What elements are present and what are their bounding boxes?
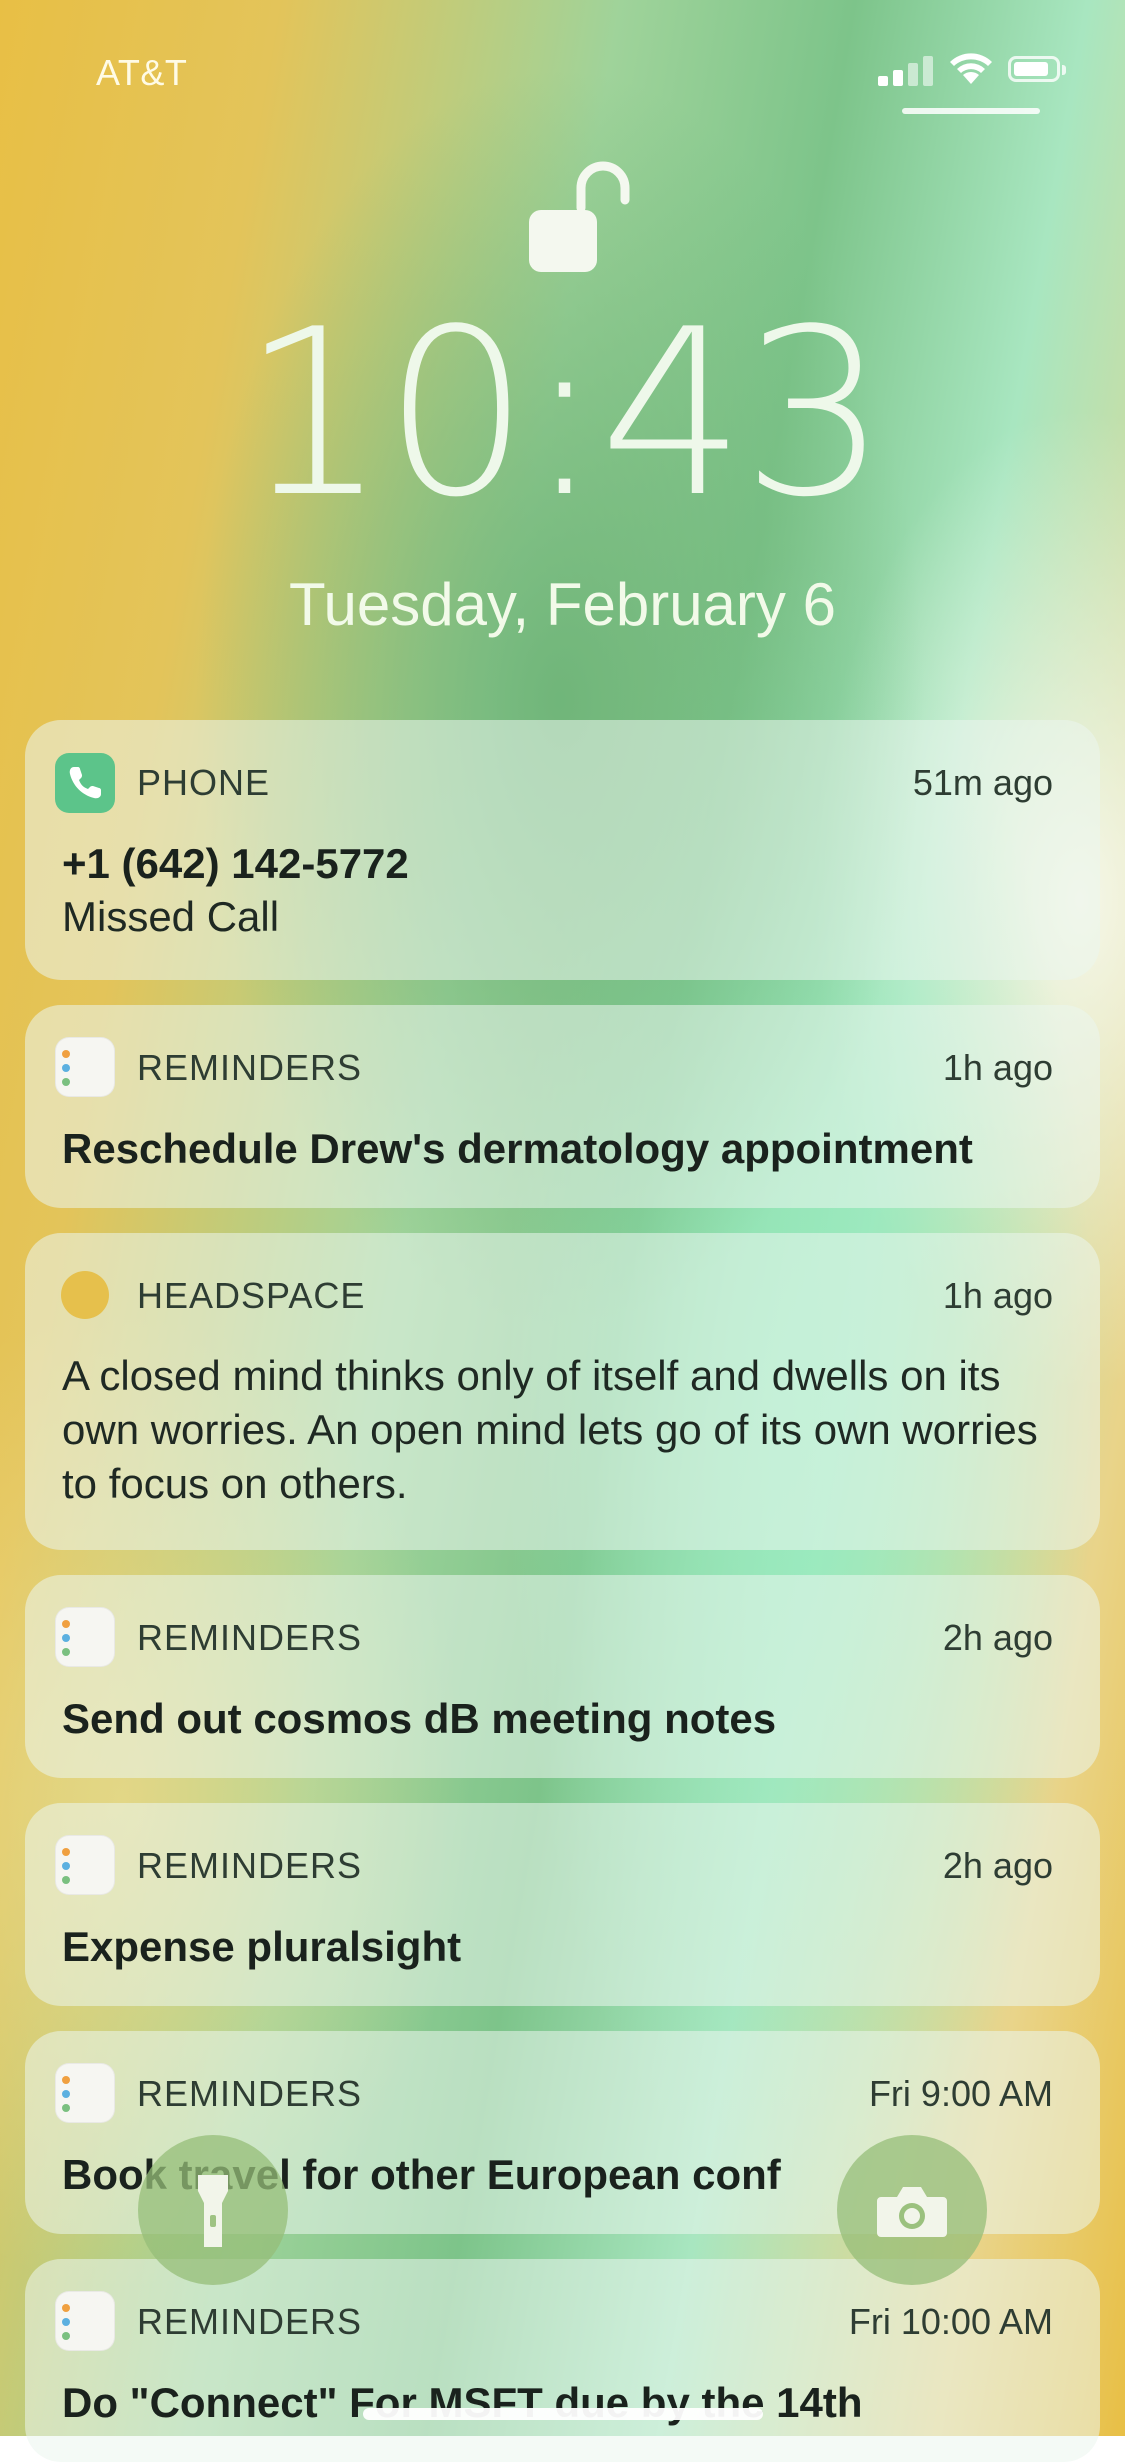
phone-icon [55,753,115,813]
wifi-icon [950,53,992,84]
notification-app-name: REMINDERS [137,1617,363,1658]
lock-screen-date: Tuesday, February 6 [289,571,836,638]
reminders-icon [55,1607,115,1667]
status-bar: AT&T [0,0,1125,130]
headspace-icon [55,1265,115,1325]
notification-body: A closed mind thinks only of itself and … [62,1352,1038,1507]
notification-app-name: REMINDERS [137,1047,363,1088]
notification-time: 1h ago [942,1047,1053,1088]
flashlight-icon [198,2175,228,2247]
notification-title: Reschedule Drew's dermatology appointmen… [62,1125,973,1172]
notification-reminders[interactable]: REMINDERS 2h ago Expense pluralsight [25,1803,1100,2006]
notification-title: +1 (642) 142-5772 [62,840,409,887]
notification-reminders[interactable]: REMINDERS Fri 10:00 AM Do "Connect" For … [25,2259,1100,2462]
notification-app-name: REMINDERS [137,1845,363,1886]
notification-time: 51m ago [912,762,1053,803]
camera-button[interactable] [837,2135,987,2285]
notification-title: Send out cosmos dB meeting notes [62,1695,777,1742]
battery-icon [1008,56,1066,82]
unlocked-padlock-icon [529,161,630,272]
notification-title: Expense pluralsight [62,1923,462,1970]
notification-reminders[interactable]: REMINDERS 1h ago Reschedule Drew's derma… [25,1005,1100,1208]
notification-time: Fri 10:00 AM [848,2301,1053,2342]
notification-time: 1h ago [942,1275,1053,1316]
notification-app-name: PHONE [137,762,271,803]
carrier-label: AT&T [96,52,188,93]
reminders-icon [55,1835,115,1895]
notification-app-name: REMINDERS [137,2073,363,2114]
reminders-icon [55,2063,115,2123]
notification-app-name: HEADSPACE [137,1275,366,1316]
notification-body: Missed Call [62,893,280,940]
notification-time: Fri 9:00 AM [868,2073,1053,2114]
reminders-icon [55,1037,115,1097]
notification-time: 2h ago [942,1617,1053,1658]
notification-app-name: REMINDERS [137,2301,363,2342]
notification-time: 2h ago [942,1845,1053,1886]
control-center-indicator[interactable] [902,108,1040,114]
cellular-signal-icon [878,54,938,86]
notification-headspace[interactable]: HEADSPACE 1h ago A closed mind thinks on… [25,1233,1100,1550]
home-indicator[interactable] [363,2408,763,2420]
lock-screen-time: 10:43 [241,281,888,548]
flashlight-button[interactable] [138,2135,288,2285]
notification-phone[interactable]: PHONE 51m ago +1 (642) 142-5772 Missed C… [25,720,1100,980]
notification-reminders[interactable]: REMINDERS 2h ago Send out cosmos dB meet… [25,1575,1100,1778]
camera-icon [877,2187,947,2237]
reminders-icon [55,2291,115,2351]
